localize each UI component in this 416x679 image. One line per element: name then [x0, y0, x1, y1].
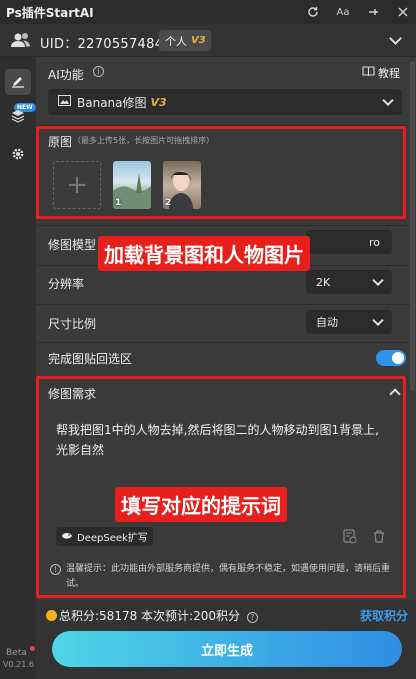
plan-label: 个人	[165, 34, 187, 48]
aspect-ratio-value: 自动	[316, 316, 338, 329]
beta-dot	[30, 646, 35, 651]
version-label: V0.21.6	[3, 660, 34, 669]
aspect-ratio-label: 尺寸比例	[48, 317, 97, 331]
user-id: UID：2270557484	[40, 37, 164, 52]
ai-function-value: Banana修图	[77, 95, 147, 110]
title-bar: Ps插件StartAI Aa	[0, 0, 416, 24]
ai-function-select[interactable]: Banana修图 V3	[48, 89, 402, 115]
chevron-down-icon	[372, 314, 384, 327]
book-icon	[362, 66, 375, 80]
sidebar-settings-button[interactable]	[5, 142, 31, 168]
ai-function-version: V3	[150, 95, 167, 109]
points-summary: 总积分:58178 本次预计:200积分 ?	[46, 607, 258, 624]
get-points-link[interactable]: 获取积分	[360, 607, 408, 624]
gear-icon	[11, 147, 25, 164]
paste-back-toggle[interactable]	[376, 350, 406, 366]
app-title: Ps插件StartAI	[6, 5, 94, 20]
aspect-ratio-row: 尺寸比例 自动	[36, 304, 410, 340]
plan-badge[interactable]: 个人 V3	[159, 30, 211, 51]
generate-button[interactable]: 立即生成	[52, 631, 402, 667]
tutorial-link[interactable]: 教程	[362, 65, 400, 81]
aspect-ratio-select[interactable]: 自动	[306, 310, 392, 334]
users-icon	[10, 32, 32, 51]
toggle-knob	[392, 352, 404, 364]
pencil-icon	[11, 74, 25, 91]
upload-annotation-label: 加载背景图和人物图片	[98, 236, 310, 271]
title-bar-icons: Aa	[306, 0, 410, 24]
model-value: ro	[368, 235, 380, 249]
font-size-icon[interactable]: Aa	[336, 5, 350, 19]
user-bar: UID：2270557484 个人 V3	[0, 24, 416, 57]
tutorial-label: 教程	[378, 67, 400, 80]
beta-label: Beta	[6, 648, 27, 658]
layers-icon	[11, 109, 25, 126]
points-info-icon: ?	[246, 612, 258, 623]
resolution-label: 分辨率	[48, 277, 85, 291]
collapse-chevron-icon[interactable]	[389, 32, 402, 45]
main-panel: AI功能 i 教程 Banana修图 V3 原图 （最多上传5张，长按图片可拖拽…	[36, 57, 416, 679]
left-sidebar: NEW	[0, 57, 36, 679]
model-select[interactable]: ro	[306, 230, 392, 254]
scrollbar[interactable]	[410, 61, 415, 391]
coin-icon	[46, 610, 57, 621]
refresh-icon[interactable]	[306, 5, 320, 19]
upload-annotation-box	[36, 126, 406, 219]
sidebar-layers-button[interactable]	[5, 104, 31, 130]
ai-function-label: AI功能	[48, 68, 84, 82]
model-label: 修图模型	[48, 238, 97, 252]
image-icon	[58, 95, 71, 109]
paste-back-row: 完成图贴回选区	[36, 342, 410, 376]
points-text: 总积分:58178 本次预计:200积分	[59, 609, 240, 623]
info-icon: i	[93, 66, 104, 77]
resolution-select[interactable]: 2K	[306, 270, 392, 294]
plan-version: V3	[191, 35, 206, 46]
pin-icon[interactable]	[366, 5, 380, 19]
paste-back-label: 完成图贴回选区	[48, 352, 133, 366]
chevron-down-icon	[372, 274, 384, 287]
sidebar-edit-button[interactable]	[5, 69, 31, 95]
prompt-annotation-label: 填写对应的提示词	[115, 487, 287, 522]
resolution-value: 2K	[316, 275, 331, 289]
chevron-down-icon	[382, 94, 394, 107]
close-icon[interactable]	[396, 5, 410, 19]
